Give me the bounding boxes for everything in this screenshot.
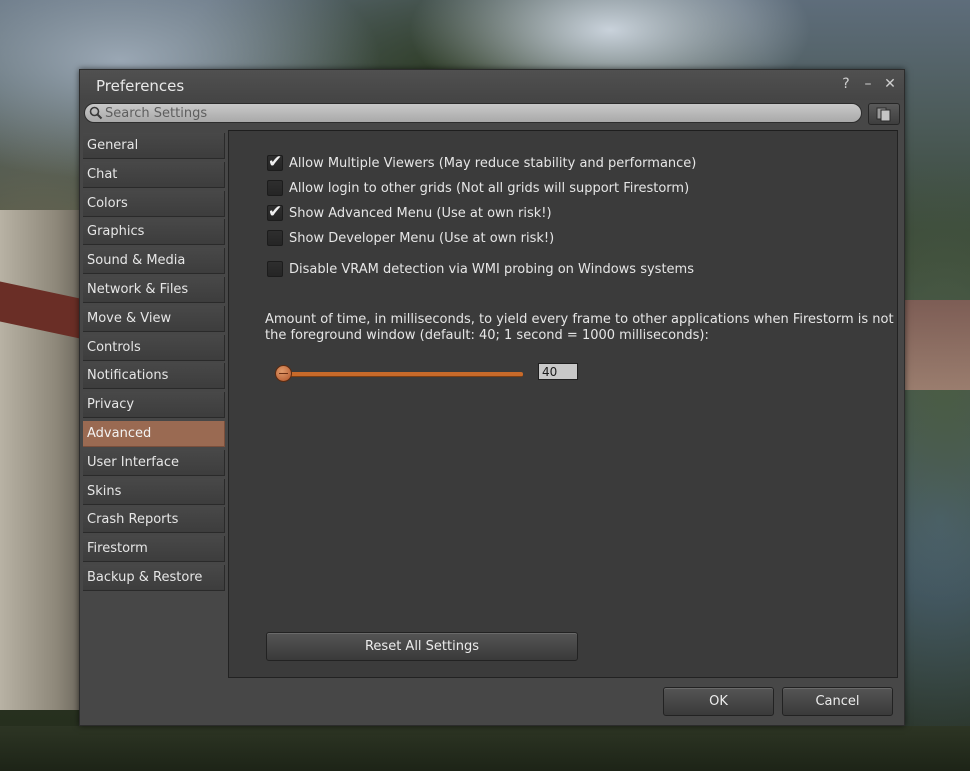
tab-notifications[interactable]: Notifications [83, 363, 225, 390]
tab-advanced[interactable]: Advanced [83, 420, 225, 447]
search-options-button[interactable] [868, 103, 900, 125]
minimize-icon[interactable]: – [860, 75, 876, 93]
help-icon[interactable]: ? [838, 75, 854, 93]
option-label: Disable VRAM detection via WMI probing o… [289, 261, 694, 277]
preferences-window: Preferences ? – ✕ General Chat Colors Gr… [79, 69, 905, 726]
reset-all-settings-button[interactable]: Reset All Settings [266, 632, 578, 661]
close-icon[interactable]: ✕ [882, 75, 898, 93]
checkbox[interactable] [267, 261, 283, 277]
option-label: Allow Multiple Viewers (May reduce stabi… [289, 155, 697, 171]
option-label: Show Developer Menu (Use at own risk!) [289, 230, 555, 246]
option-show-developer-menu[interactable]: Show Developer Menu (Use at own risk!) [267, 228, 554, 248]
check-icon: ✔ [268, 152, 283, 172]
search-icon [89, 106, 103, 120]
option-label: Show Advanced Menu (Use at own risk!) [289, 205, 552, 221]
checkbox[interactable] [267, 180, 283, 196]
option-allow-login-other-grids[interactable]: Allow login to other grids (Not all grid… [267, 178, 689, 198]
title-controls: ? – ✕ [838, 75, 898, 93]
tab-backup-restore[interactable]: Backup & Restore [83, 564, 225, 591]
checkbox[interactable]: ✔ [267, 202, 283, 222]
check-icon: ✔ [268, 202, 283, 222]
tab-sound-media[interactable]: Sound & Media [83, 248, 225, 275]
tab-user-interface[interactable]: User Interface [83, 449, 225, 476]
yield-description: Amount of time, in milliseconds, to yiel… [265, 312, 894, 343]
search-box[interactable] [84, 103, 862, 123]
ok-button[interactable]: OK [663, 687, 774, 716]
background-grass [0, 726, 970, 771]
checkbox[interactable]: ✔ [267, 152, 283, 172]
tab-general[interactable]: General [83, 133, 225, 159]
category-tabs: General Chat Colors Graphics Sound & Med… [83, 133, 225, 594]
tab-privacy[interactable]: Privacy [83, 392, 225, 419]
yield-slider-thumb[interactable] [275, 365, 292, 382]
option-allow-multiple-viewers[interactable]: ✔ Allow Multiple Viewers (May reduce sta… [267, 152, 697, 173]
tab-network-files[interactable]: Network & Files [83, 276, 225, 303]
tab-colors[interactable]: Colors [83, 190, 225, 217]
yield-slider-track[interactable] [283, 372, 523, 377]
tab-move-view[interactable]: Move & View [83, 305, 225, 332]
tab-firestorm[interactable]: Firestorm [83, 536, 225, 563]
tab-graphics[interactable]: Graphics [83, 219, 225, 246]
option-disable-vram-detection[interactable]: Disable VRAM detection via WMI probing o… [267, 259, 694, 279]
tab-skins[interactable]: Skins [83, 478, 225, 505]
tab-controls[interactable]: Controls [83, 334, 225, 361]
title-bar[interactable]: Preferences ? – ✕ [80, 70, 904, 100]
cancel-button[interactable]: Cancel [782, 687, 893, 716]
copy-icon [876, 107, 891, 122]
option-label: Allow login to other grids (Not all grid… [289, 180, 690, 196]
search-row [84, 103, 900, 125]
search-input[interactable] [105, 105, 845, 121]
yield-value-input[interactable]: 40 [538, 363, 578, 380]
background-path [905, 300, 970, 390]
option-show-advanced-menu[interactable]: ✔ Show Advanced Menu (Use at own risk!) [267, 202, 552, 223]
tab-crash-reports[interactable]: Crash Reports [83, 507, 225, 534]
checkbox[interactable] [267, 230, 283, 246]
window-title: Preferences [96, 77, 185, 95]
advanced-panel: ✔ Allow Multiple Viewers (May reduce sta… [228, 130, 898, 678]
tab-chat[interactable]: Chat [83, 161, 225, 188]
